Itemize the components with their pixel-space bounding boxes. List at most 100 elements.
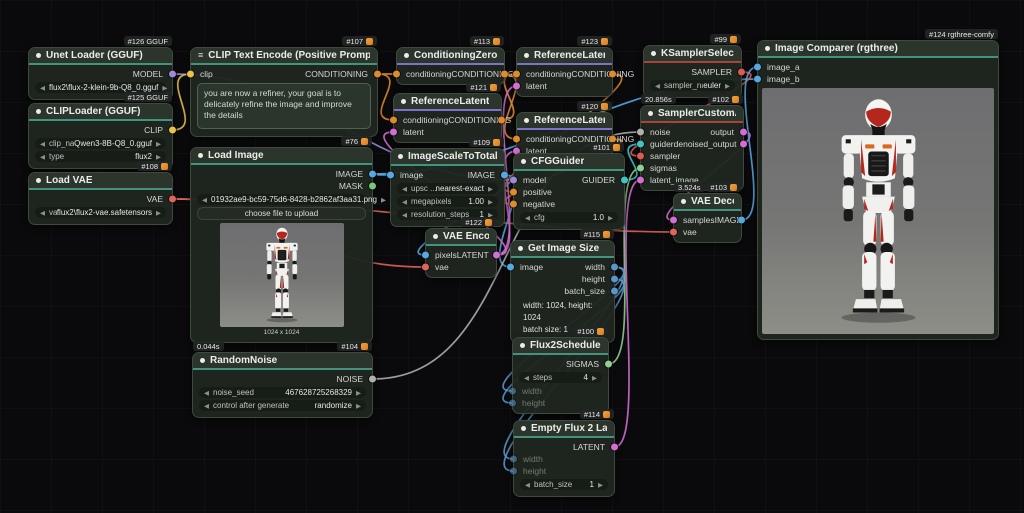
CONDITIONING-output-port[interactable] <box>374 71 381 78</box>
widget-arrow-left[interactable]: ◀ <box>402 185 407 193</box>
node-header[interactable]: Get Image Size <box>511 241 614 258</box>
widget-arrow-right[interactable]: ▶ <box>592 374 597 382</box>
width-input-port[interactable] <box>510 456 517 463</box>
widget-arrow-left[interactable]: ◀ <box>525 481 530 489</box>
widget-arrow-right[interactable]: ▶ <box>608 214 613 222</box>
node-header[interactable]: KSamplerSelect <box>644 46 741 63</box>
node-sampler-custom[interactable]: 20.856s#102SamplerCustomAdva...noiseoutp… <box>640 105 744 191</box>
latent_image-input-port[interactable] <box>637 177 644 184</box>
widget-arrow-left[interactable]: ◀ <box>202 196 207 204</box>
node-image-comparer[interactable]: #124 rgthree-comfyImage Comparer (rgthre… <box>757 40 999 340</box>
widget-arrow-right[interactable]: ▶ <box>725 82 730 90</box>
node-header[interactable]: Empty Flux 2 Latent <box>514 421 614 438</box>
widget-upsc-[interactable]: ◀upsc ...nearest-exact▶ <box>397 183 498 194</box>
node-empty-latent[interactable]: #114Empty Flux 2 LatentLATENTwidthheight… <box>513 420 615 497</box>
collapse-dot-icon[interactable] <box>404 53 409 58</box>
width-input-port[interactable] <box>509 388 516 395</box>
widget-arrow-right[interactable]: ▶ <box>488 198 493 206</box>
collapse-dot-icon[interactable] <box>198 153 203 158</box>
node-header[interactable]: Flux2Scheduler <box>513 338 608 355</box>
collapse-dot-icon[interactable] <box>524 118 529 123</box>
node-header[interactable]: Load Image <box>191 148 372 165</box>
image_b-input-port[interactable] <box>754 76 761 83</box>
collapse-dot-icon[interactable] <box>398 154 403 159</box>
sigmas-input-port[interactable] <box>637 165 644 172</box>
node-reference-latent-123[interactable]: #123ReferenceLatentconditioningCONDITION… <box>516 47 613 97</box>
sampler-input-port[interactable] <box>637 153 644 160</box>
collapse-dot-icon[interactable] <box>36 109 41 114</box>
widget-arrow-right[interactable]: ▶ <box>356 402 361 410</box>
widget-clip-name[interactable]: ◀clip_nameQwen3-8B-Q8_0.gguf▶ <box>35 138 166 149</box>
node-header[interactable]: Image Comparer (rgthree) <box>758 41 998 58</box>
widget-i-[interactable]: ◀i ...01932ae9-bc59-75d6-8428-b2862af3aa… <box>197 194 366 205</box>
LATENT-output-port[interactable] <box>493 252 500 259</box>
latent-input-port[interactable] <box>390 129 397 136</box>
node-vae-decode[interactable]: 3.524s#103VAE Deco...samplesIMAGEvae <box>673 193 742 243</box>
model-input-port[interactable] <box>510 177 517 184</box>
node-load-image[interactable]: #76Load ImageIMAGEMASK◀i ...01932ae9-bc5… <box>190 147 373 343</box>
IMAGE-output-port[interactable] <box>369 171 376 178</box>
vae-input-port[interactable] <box>670 229 677 236</box>
widget-arrow-left[interactable]: ◀ <box>204 402 209 410</box>
output-output-port[interactable] <box>740 129 747 136</box>
collapse-dot-icon[interactable] <box>648 111 653 116</box>
collapse-dot-icon[interactable] <box>521 159 526 164</box>
LATENT-output-port[interactable] <box>611 444 618 451</box>
node-header[interactable]: ImageScaleToTotalPi... <box>391 149 504 166</box>
node-header[interactable]: ReferenceLatent <box>517 113 612 130</box>
node-header[interactable]: RandomNoise <box>193 353 372 370</box>
widget-arrow-right[interactable]: ▶ <box>598 481 603 489</box>
collapse-dot-icon[interactable] <box>524 53 529 58</box>
widget-control-after-generate[interactable]: ◀control after generaterandomize▶ <box>199 400 366 411</box>
guider-input-port[interactable] <box>637 141 644 148</box>
collapse-dot-icon[interactable] <box>36 178 41 183</box>
widget-arrow-right[interactable]: ▶ <box>156 140 161 148</box>
node-vae-encode[interactable]: #122VAE Enco...pixelsLATENTvae <box>425 228 497 278</box>
MODEL-output-port[interactable] <box>169 71 176 78</box>
node-header[interactable]: VAE Enco... <box>426 229 496 246</box>
width-output-port[interactable] <box>611 264 618 271</box>
CLIP-output-port[interactable] <box>169 127 176 134</box>
SIGMAS-output-port[interactable] <box>605 361 612 368</box>
widget-arrow-right[interactable]: ▶ <box>162 84 167 92</box>
node-random-noise[interactable]: 0.044s#104RandomNoiseNOISE◀noise_seed467… <box>192 352 373 418</box>
widget-arrow-left[interactable]: ◀ <box>402 198 407 206</box>
menu-icon[interactable]: ≡ <box>198 51 203 60</box>
NOISE-output-port[interactable] <box>369 376 376 383</box>
height-input-port[interactable] <box>510 468 517 475</box>
widget-arrow-left[interactable]: ◀ <box>204 389 209 397</box>
node-header[interactable]: ReferenceLatent <box>517 48 612 65</box>
widget-arrow-left[interactable]: ◀ <box>40 140 45 148</box>
node-ksampler-select[interactable]: #99KSamplerSelectSAMPLER◀sampler_nameeul… <box>643 45 742 98</box>
node-header[interactable]: Unet Loader (GGUF) <box>29 48 172 65</box>
node-clip-loader[interactable]: #125 GGUFCLIPLoader (GGUF)CLIP◀clip_name… <box>28 103 173 169</box>
node-load-vae[interactable]: #108Load VAEVAE◀vae_na ...flux2\flux2-va… <box>28 172 173 225</box>
widget-sampler-name[interactable]: ◀sampler_nameeuler▶ <box>650 80 735 91</box>
collapse-dot-icon[interactable] <box>518 246 523 251</box>
batch_size-output-port[interactable] <box>611 288 618 295</box>
node-header[interactable]: Load VAE <box>29 173 172 190</box>
image_a-input-port[interactable] <box>754 64 761 71</box>
widget-arrow-right[interactable]: ▶ <box>381 196 386 204</box>
collapse-dot-icon[interactable] <box>681 199 686 204</box>
node-header[interactable]: ReferenceLatent <box>394 94 501 111</box>
collapse-dot-icon[interactable] <box>401 99 406 104</box>
upload-button[interactable]: choose file to upload <box>197 207 366 220</box>
clip-input-port[interactable] <box>187 71 194 78</box>
IMAGE-output-port[interactable] <box>738 217 745 224</box>
IMAGE-output-port[interactable] <box>501 172 508 179</box>
widget-batch-size[interactable]: ◀batch_size1▶ <box>520 479 608 490</box>
node-header[interactable]: CFGGuider <box>514 154 624 171</box>
node-header[interactable]: CLIPLoader (GGUF) <box>29 104 172 121</box>
height-output-port[interactable] <box>611 276 618 283</box>
collapse-dot-icon[interactable] <box>200 358 205 363</box>
negative-input-port[interactable] <box>510 201 517 208</box>
node-cfg-guider[interactable]: #101CFGGuidermodelGUIDERpositivenegative… <box>513 153 625 230</box>
widget-arrow-right[interactable]: ▶ <box>156 153 161 161</box>
prompt-textarea[interactable]: you are now a refiner, your goal is to d… <box>197 83 371 129</box>
VAE-output-port[interactable] <box>169 196 176 203</box>
noise-input-port[interactable] <box>637 129 644 136</box>
widget-arrow-left[interactable]: ◀ <box>402 211 407 219</box>
CONDITIONING-output-port[interactable] <box>498 117 505 124</box>
latent-input-port[interactable] <box>513 83 520 90</box>
